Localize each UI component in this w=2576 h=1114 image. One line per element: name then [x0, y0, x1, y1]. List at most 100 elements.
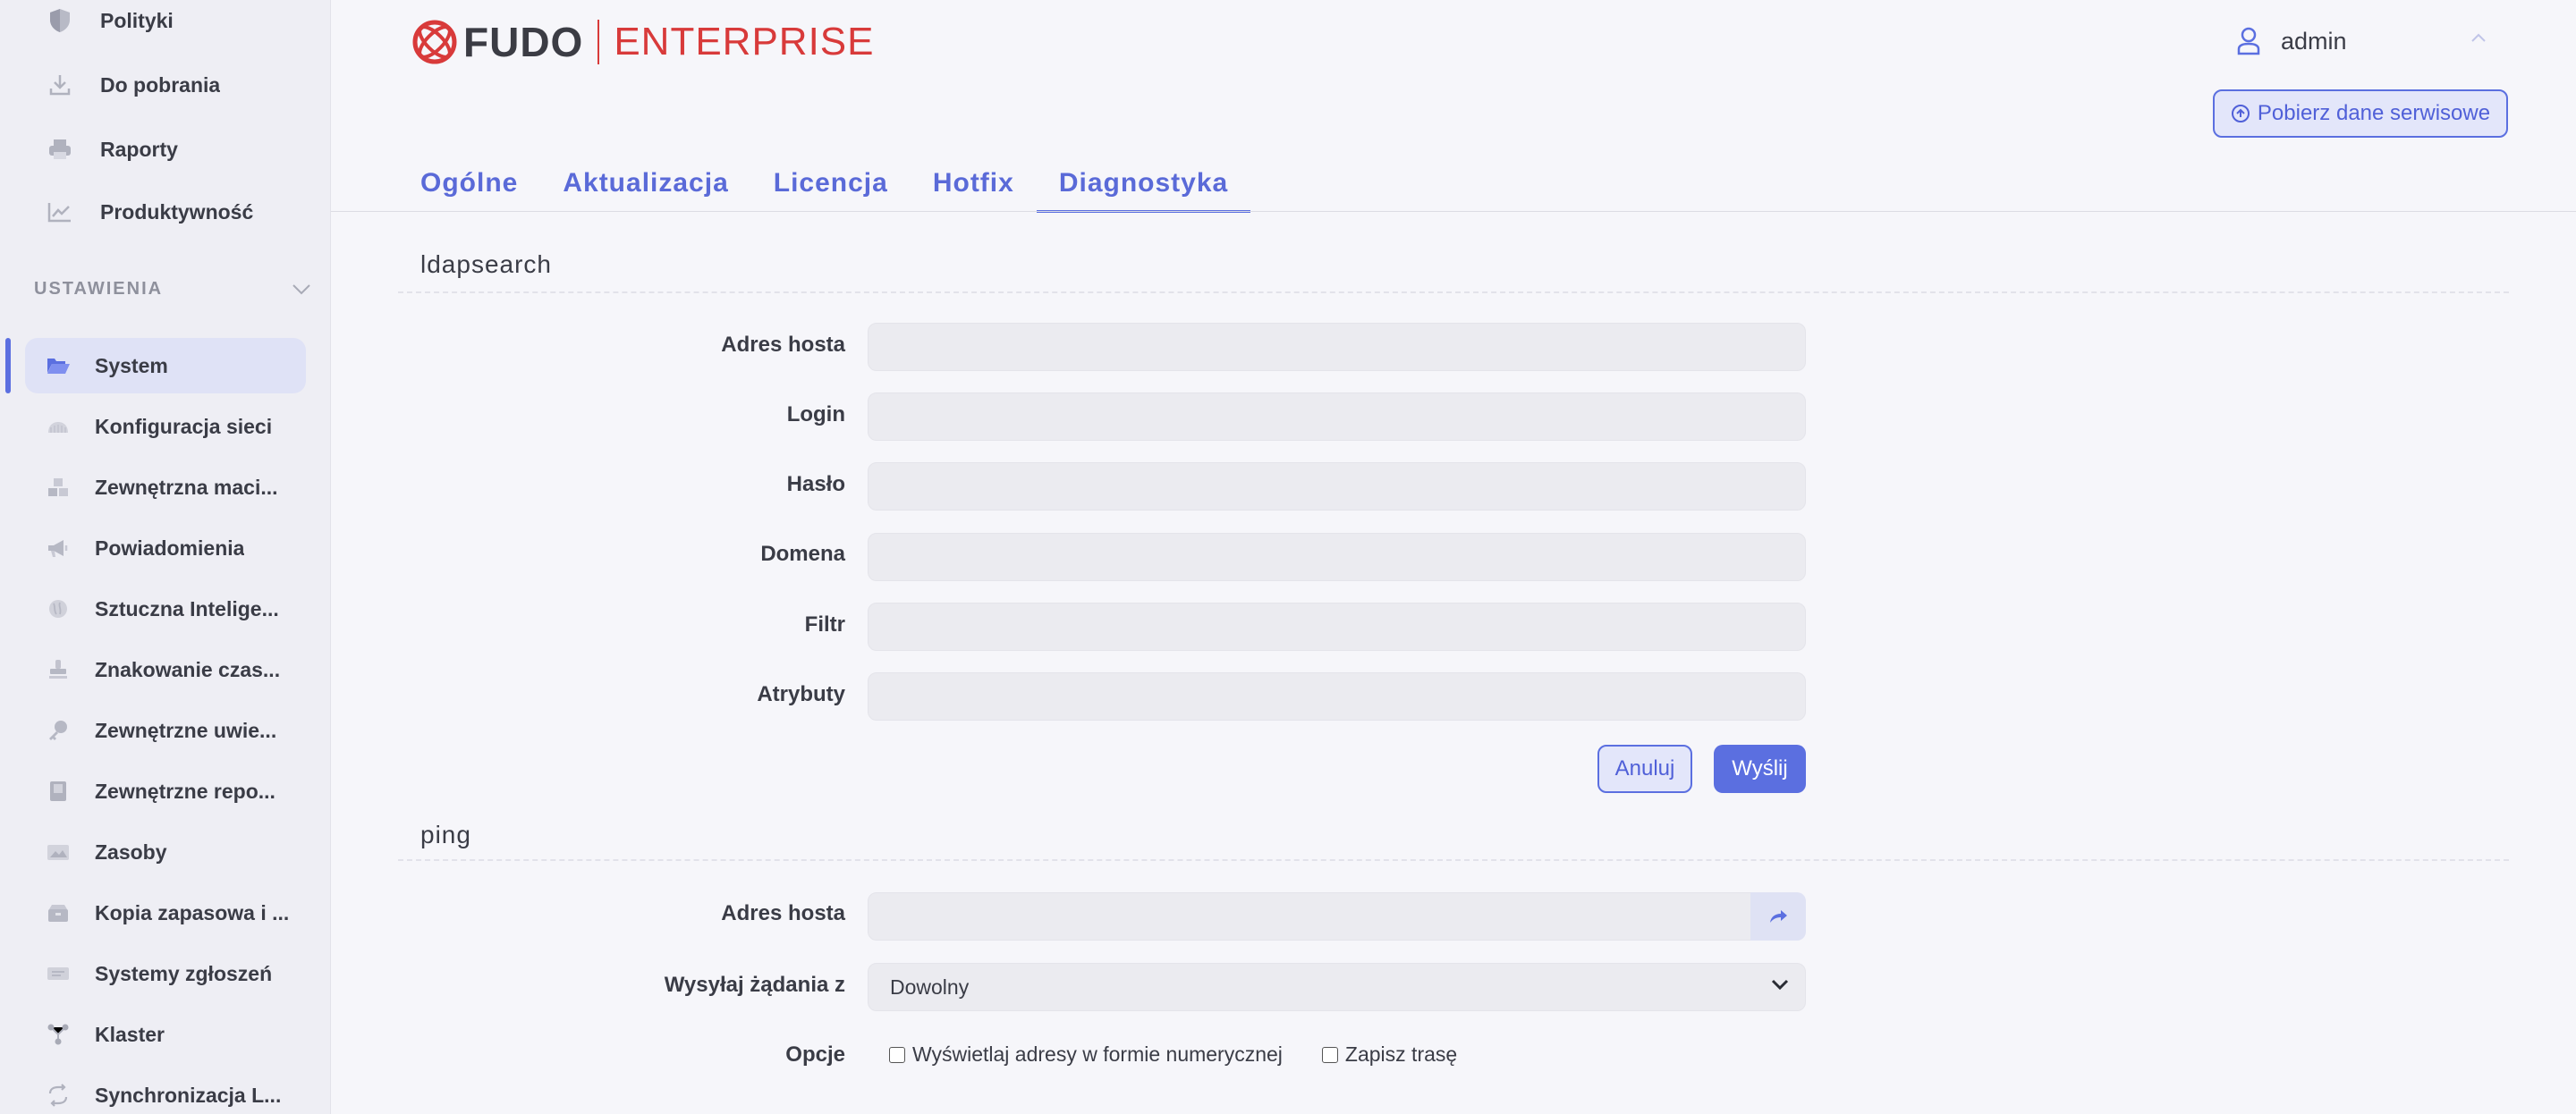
- tab-licencja[interactable]: Licencja: [751, 161, 911, 213]
- ticket-icon: [45, 960, 72, 987]
- sidebar-item-konfiguracja-sieci[interactable]: Konfiguracja sieci: [25, 399, 306, 454]
- ping-host-input[interactable]: [868, 892, 1753, 941]
- sidebar-item-label: Zasoby: [95, 840, 167, 864]
- record-route-option[interactable]: Zapisz trasę: [1321, 1042, 1457, 1067]
- chevron-up-icon: [2471, 33, 2486, 42]
- sidebar-item-sztuczna-inteligencja[interactable]: Sztuczna Intelige...: [25, 581, 306, 637]
- sidebar-item-systemy-zgloszen[interactable]: Systemy zgłoszeń: [25, 946, 306, 1001]
- ping-host-label: Adres hosta: [721, 901, 845, 925]
- fudo-logo-mark: [412, 20, 457, 64]
- ping-source-label: Wysyłaj żądania z: [664, 973, 845, 997]
- ldap-password-input[interactable]: [868, 462, 1806, 511]
- ldap-login-input[interactable]: [868, 392, 1806, 441]
- domain-label: Domena: [760, 542, 845, 566]
- sidebar-item-polityki[interactable]: Polityki: [25, 0, 306, 48]
- sidebar-item-zewnetrzne-repozytorium[interactable]: Zewnętrzne repo...: [25, 764, 306, 819]
- sidebar-item-znakowanie-czasem[interactable]: Znakowanie czas...: [25, 642, 306, 697]
- tab-divider: [331, 211, 2576, 212]
- chevron-down-icon: [1771, 979, 1789, 991]
- ping-options: Wyświetlaj adresy w formie numerycznej Z…: [889, 1042, 1496, 1067]
- sync-icon: [45, 1082, 72, 1109]
- section-divider: [398, 291, 2509, 293]
- trend-chart-icon: [47, 198, 73, 225]
- record-route-checkbox[interactable]: [1321, 1046, 1338, 1063]
- sidebar-item-kopia-zapasowa[interactable]: Kopia zapasowa i ...: [25, 885, 306, 941]
- sidebar-item-label: Klaster: [95, 1022, 165, 1046]
- ping-title: ping: [420, 821, 471, 848]
- printer-icon: [47, 136, 73, 163]
- ldap-host-input[interactable]: [868, 323, 1806, 371]
- sidebar-item-label: Zewnętrzne uwie...: [95, 718, 277, 742]
- sidebar-item-label: Systemy zgłoszeń: [95, 961, 273, 985]
- logo-edition-text: ENTERPRISE: [614, 20, 875, 63]
- sidebar-item-label: Znakowanie czas...: [95, 657, 281, 681]
- sidebar-item-synchronizacja[interactable]: Synchronizacja L...: [25, 1068, 306, 1114]
- ldap-filter-input[interactable]: [868, 603, 1806, 651]
- login-label: Login: [786, 402, 845, 426]
- share-arrow-icon: [1770, 910, 1787, 923]
- tab-label: Aktualizacja: [563, 168, 729, 198]
- sidebar-item-powiadomienia[interactable]: Powiadomienia: [25, 520, 306, 576]
- sidebar-item-produktywnosc[interactable]: Produktywność: [25, 184, 306, 240]
- sidebar-item-label: Raporty: [100, 137, 178, 161]
- sidebar-item-label: System: [95, 353, 168, 377]
- tab-label: Ogólne: [420, 168, 519, 198]
- user-menu[interactable]: admin: [2236, 23, 2487, 59]
- sidebar-item-label: Do pobrania: [100, 72, 221, 97]
- user-icon: [2237, 27, 2260, 55]
- tab-label: Diagnostyka: [1058, 168, 1229, 198]
- sidebar-item-raporty[interactable]: Raporty: [25, 122, 306, 177]
- sidebar-item-klaster[interactable]: Klaster: [25, 1007, 306, 1062]
- fudo-logo[interactable]: FUDO ENTERPRISE: [411, 18, 875, 66]
- book-icon: [45, 778, 72, 805]
- cancel-button[interactable]: Anuluj: [1597, 745, 1692, 793]
- sidebar-item-label: Synchronizacja L...: [95, 1083, 282, 1107]
- attributes-label: Atrybuty: [757, 682, 845, 706]
- sidebar-item-system[interactable]: System: [25, 338, 306, 393]
- image-icon: [45, 839, 72, 865]
- download-icon: [47, 72, 73, 98]
- numeric-option-label: Wyświetlaj adresy w formie numerycznej: [912, 1042, 1283, 1066]
- submit-button[interactable]: Wyślij: [1714, 745, 1806, 793]
- network-icon: [45, 413, 72, 440]
- ldap-attributes-input[interactable]: [868, 672, 1806, 721]
- sidebar-section-ustawienia[interactable]: USTAWIENIA: [34, 279, 311, 300]
- tab-label: Hotfix: [932, 168, 1014, 198]
- archive-icon: [45, 899, 72, 926]
- tab-hotfix[interactable]: Hotfix: [911, 161, 1037, 213]
- section-title: USTAWIENIA: [34, 279, 164, 299]
- download-service-data-button[interactable]: Pobierz dane serwisowe: [2213, 89, 2508, 138]
- sidebar-item-zewnetrzne-uwierzytelnianie[interactable]: Zewnętrzne uwie...: [25, 703, 306, 758]
- password-label: Hasło: [786, 472, 845, 496]
- sidebar-item-label: Zewnętrzna maci...: [95, 475, 278, 499]
- sidebar: Polityki Do pobrania Raporty Produktywno…: [0, 0, 331, 1114]
- cubes-icon: [45, 474, 72, 501]
- sidebar-item-label: Kopia zapasowa i ...: [95, 900, 290, 924]
- ping-source-select[interactable]: Dowolny: [868, 963, 1806, 1011]
- numeric-option[interactable]: Wyświetlaj adresy w formie numerycznej: [889, 1042, 1283, 1067]
- active-indicator: [5, 338, 11, 393]
- folder-open-icon: [45, 352, 72, 379]
- numeric-checkbox[interactable]: [889, 1046, 905, 1063]
- sidebar-item-zewnetrzna-maszyna[interactable]: Zewnętrzna maci...: [25, 460, 306, 515]
- shield-icon: [47, 7, 73, 34]
- ping-go-button[interactable]: [1750, 892, 1806, 941]
- sidebar-item-label: Sztuczna Intelige...: [95, 596, 279, 620]
- sidebar-item-do-pobrania[interactable]: Do pobrania: [25, 57, 306, 113]
- ping-options-label: Opcje: [785, 1042, 845, 1067]
- user-name: admin: [2281, 27, 2347, 55]
- sidebar-item-zasoby[interactable]: Zasoby: [25, 824, 306, 880]
- tab-bar: Ogólne Aktualizacja Licencja Hotfix Diag…: [398, 161, 1251, 213]
- key-icon: [45, 717, 72, 744]
- stamp-icon: [45, 656, 72, 683]
- download-service-data-label: Pobierz dane serwisowe: [2257, 101, 2491, 125]
- tab-label: Licencja: [773, 168, 888, 198]
- sidebar-item-label: Konfiguracja sieci: [95, 414, 273, 438]
- tab-diagnostyka[interactable]: Diagnostyka: [1036, 161, 1251, 213]
- tab-ogolne[interactable]: Ogólne: [398, 161, 540, 213]
- tab-aktualizacja[interactable]: Aktualizacja: [540, 161, 750, 213]
- sidebar-item-label: Produktywność: [100, 199, 254, 224]
- chevron-down-icon: [292, 283, 310, 294]
- ldap-domain-input[interactable]: [868, 533, 1806, 581]
- cluster-icon: [45, 1021, 72, 1048]
